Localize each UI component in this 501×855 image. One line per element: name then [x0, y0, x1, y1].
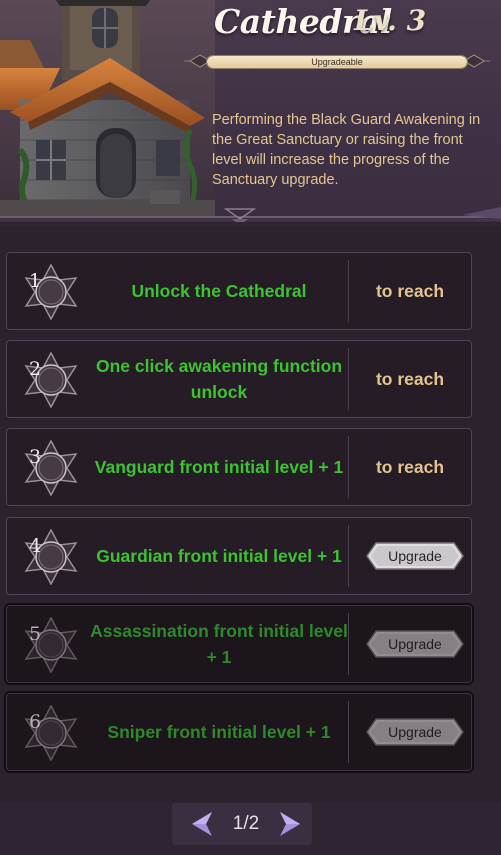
item-number: 4 [28, 535, 42, 557]
status-text: to reach [375, 369, 445, 389]
upgrade-button[interactable]: Upgrade [366, 542, 464, 570]
upgrade-button-label: Upgrade [388, 724, 442, 740]
building-description: Performing the Black Guard Awakening in … [212, 112, 481, 188]
row-divider [348, 701, 349, 763]
item-label: Vanguard front initial level + 1 [94, 457, 344, 477]
row-divider [348, 348, 349, 410]
row-divider [348, 525, 349, 587]
list-item-locked: 6 Sniper front initial level + 1 Upgrade [6, 693, 472, 771]
item-label: Assassination front initial level + 1 [90, 621, 348, 667]
arrow-right-icon[interactable] [276, 810, 304, 838]
upgrade-button[interactable]: Upgrade [366, 630, 464, 658]
upgrade-button[interactable]: Upgrade [366, 718, 464, 746]
status-text: to reach [375, 281, 445, 301]
header-divider-ornament [0, 207, 501, 222]
building-level: Lv. 3 [354, 4, 427, 37]
building-header: Cathedral Lv. 3 Upgradeable Performing t… [0, 0, 501, 222]
row-divider [348, 260, 349, 322]
list-item: 4 Guardian front initial level + 1 Upgra… [6, 517, 472, 595]
progress-label: Upgradeable [311, 57, 363, 67]
upgrade-button-label: Upgrade [388, 548, 442, 564]
upgrade-progress: Upgradeable [184, 50, 490, 74]
page-indicator: 1/2 [232, 813, 260, 834]
list-item-locked: 5 Assassination front initial level + 1 … [6, 605, 472, 683]
list-item: 2 One click awakening function unlock to… [6, 340, 472, 418]
cathedral-building-image [0, 0, 215, 216]
item-label: Unlock the Cathedral [131, 281, 307, 301]
item-number: 6 [28, 711, 42, 733]
upgrade-list: 1 Unlock the Cathedral to reach 2 One cl… [0, 226, 501, 802]
row-divider [348, 436, 349, 498]
pagination: 1/2 [172, 803, 312, 845]
list-item: 1 Unlock the Cathedral to reach [6, 252, 472, 330]
item-label: One click awakening function unlock [95, 356, 343, 402]
title-area: Cathedral Lv. 3 [214, 2, 494, 46]
item-number: 3 [28, 446, 42, 468]
arrow-left-icon[interactable] [188, 810, 216, 838]
row-divider [348, 613, 349, 675]
list-item: 3 Vanguard front initial level + 1 to re… [6, 428, 472, 506]
item-number: 5 [28, 623, 42, 645]
status-text: to reach [375, 457, 445, 477]
item-label: Sniper front initial level + 1 [107, 722, 331, 742]
item-number: 2 [28, 358, 42, 380]
item-number: 1 [28, 270, 42, 292]
item-label: Guardian front initial level + 1 [96, 546, 342, 566]
progress-track: Upgradeable [206, 55, 468, 69]
upgrade-button-label: Upgrade [388, 636, 442, 652]
